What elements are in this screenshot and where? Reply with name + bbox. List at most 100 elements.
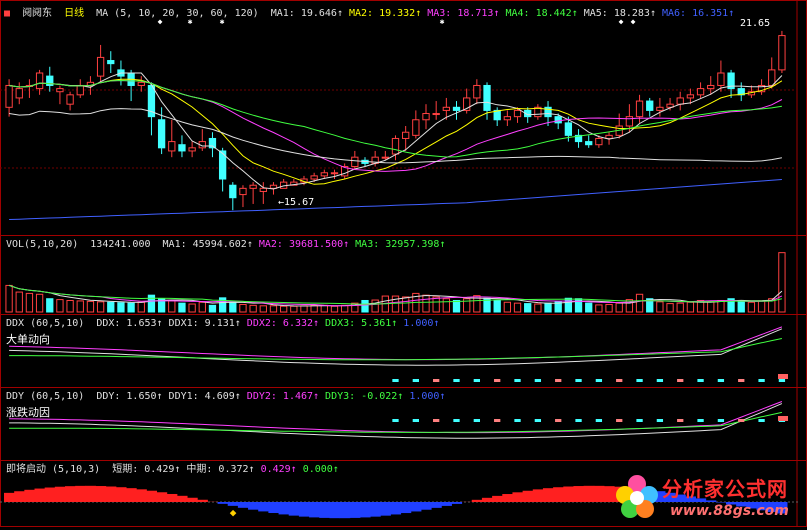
volume-bar — [596, 305, 602, 312]
candle — [403, 132, 409, 138]
candle — [67, 95, 73, 104]
stock-chart[interactable]: ◆✱✱✱◆◆◆ — [0, 0, 807, 527]
launch-bar — [512, 492, 523, 502]
launch-bar — [167, 494, 178, 502]
ddx-bar — [514, 379, 520, 382]
ma-item-1: MA2: 19.332↑ — [349, 8, 421, 19]
launch-bar — [309, 502, 320, 517]
launch-item-2: 0.429↑ — [261, 464, 297, 475]
candle — [443, 107, 449, 110]
launch-bar — [492, 496, 503, 502]
stock-name[interactable]: 阋阋东 — [22, 8, 52, 19]
launch-bar — [14, 491, 25, 502]
launch-bar — [96, 486, 107, 502]
logo-url[interactable]: www.88gs.com — [670, 503, 789, 519]
ddy-bar — [596, 419, 602, 422]
volume-bar — [331, 306, 337, 312]
candle — [97, 57, 103, 76]
vol-ma-item-0: MA1: 45994.602↑ — [163, 239, 253, 250]
low-price-label: ←15.67 — [278, 197, 314, 208]
volume-bar — [403, 297, 409, 312]
ddx-item-3: DDX3: 5.361↑ — [325, 318, 397, 329]
launch-bar — [289, 502, 300, 516]
ddx-item-2: DDX2: 6.332↑ — [247, 318, 319, 329]
launch-bar — [197, 500, 208, 502]
period-label[interactable]: 日线 — [64, 8, 84, 19]
volume-bar — [321, 305, 327, 312]
ddx-bar — [575, 379, 581, 382]
candle — [189, 148, 195, 151]
ddy-item-0: DDY: 1.650↑ — [96, 391, 162, 402]
candle — [158, 120, 164, 148]
ddy-bar — [738, 419, 744, 422]
candle — [382, 157, 388, 158]
ddy-bar — [758, 419, 764, 422]
volume-bar — [545, 303, 551, 312]
volume-bar — [280, 306, 286, 312]
ma2-line — [9, 79, 782, 184]
candle — [16, 89, 22, 98]
ddx-bar — [392, 379, 398, 382]
launch-bar — [136, 489, 147, 502]
volume-bar — [77, 301, 83, 312]
ddx-bar — [779, 379, 785, 382]
volume-bar — [677, 303, 683, 312]
volume-bar — [301, 306, 307, 312]
candle — [657, 107, 663, 110]
ddx-bar — [596, 379, 602, 382]
ddx-bar — [453, 379, 459, 382]
launch-bar — [177, 496, 188, 502]
launch-bar — [24, 490, 35, 502]
volume-bar — [748, 302, 754, 312]
launch-signal-icon: ◆ — [230, 506, 237, 519]
ddx-bar — [657, 379, 663, 382]
launch-bar — [411, 502, 422, 511]
site-logo: 分析家公式网 www.88gs.com — [612, 469, 807, 527]
flower-logo-icon — [612, 469, 662, 527]
candle — [677, 98, 683, 104]
launch-bar — [482, 498, 493, 502]
ddy-bar — [575, 419, 581, 422]
launch-bar — [218, 502, 229, 504]
launch-bar — [533, 489, 544, 502]
volume-bar — [718, 300, 724, 312]
launch-bar — [472, 500, 483, 502]
ddx-bar — [413, 379, 419, 382]
launch-bar — [329, 502, 340, 518]
launch-bar — [238, 502, 249, 508]
launch-bar — [451, 502, 462, 504]
volume-bar — [47, 299, 53, 312]
launch-bar — [4, 493, 15, 502]
launch-bar — [116, 487, 127, 502]
launch-bar — [553, 487, 564, 502]
ddy-bar — [718, 419, 724, 422]
candle — [636, 101, 642, 117]
launch-bar — [441, 502, 452, 506]
launch-bar — [421, 502, 432, 510]
candle — [504, 117, 510, 120]
volume-bar — [169, 301, 175, 312]
volume-ma-list: MA1: 45994.602↑MA2: 39681.500↑MA3: 32957… — [163, 239, 452, 250]
launch-list: 短期: 0.429↑中期: 0.372↑0.429↑0.000↑ — [112, 464, 345, 475]
volume-bar — [758, 301, 764, 312]
volume-bar — [209, 305, 215, 312]
volume-bar — [230, 302, 236, 312]
launch-bar — [75, 486, 86, 502]
ddy-bar — [433, 419, 439, 422]
launch-bar — [573, 486, 584, 502]
candle — [606, 135, 612, 138]
stock-mark: ■ — [4, 8, 10, 19]
launch-bar — [390, 502, 401, 514]
ddx-header: DDX (60,5,10) DDX: 1.653↑DDX1: 9.131↑DDX… — [6, 317, 451, 331]
launch-bar — [431, 502, 442, 508]
ddy-list: DDY: 1.650↑DDY1: 4.609↑DDY2: 1.467↑DDY3:… — [96, 391, 451, 402]
logo-text: 分析家公式网 — [662, 473, 788, 502]
candle — [230, 185, 236, 197]
candle — [514, 110, 520, 116]
main-header: ■ 阋阋东 日线 MA (5, 10, 20, 30, 60, 120) MA1… — [4, 7, 746, 21]
launch-bar — [258, 502, 269, 511]
ddx-bar — [758, 379, 764, 382]
ddy-bar — [636, 419, 642, 422]
volume-bar — [687, 302, 693, 312]
ddy-bar — [697, 419, 703, 422]
